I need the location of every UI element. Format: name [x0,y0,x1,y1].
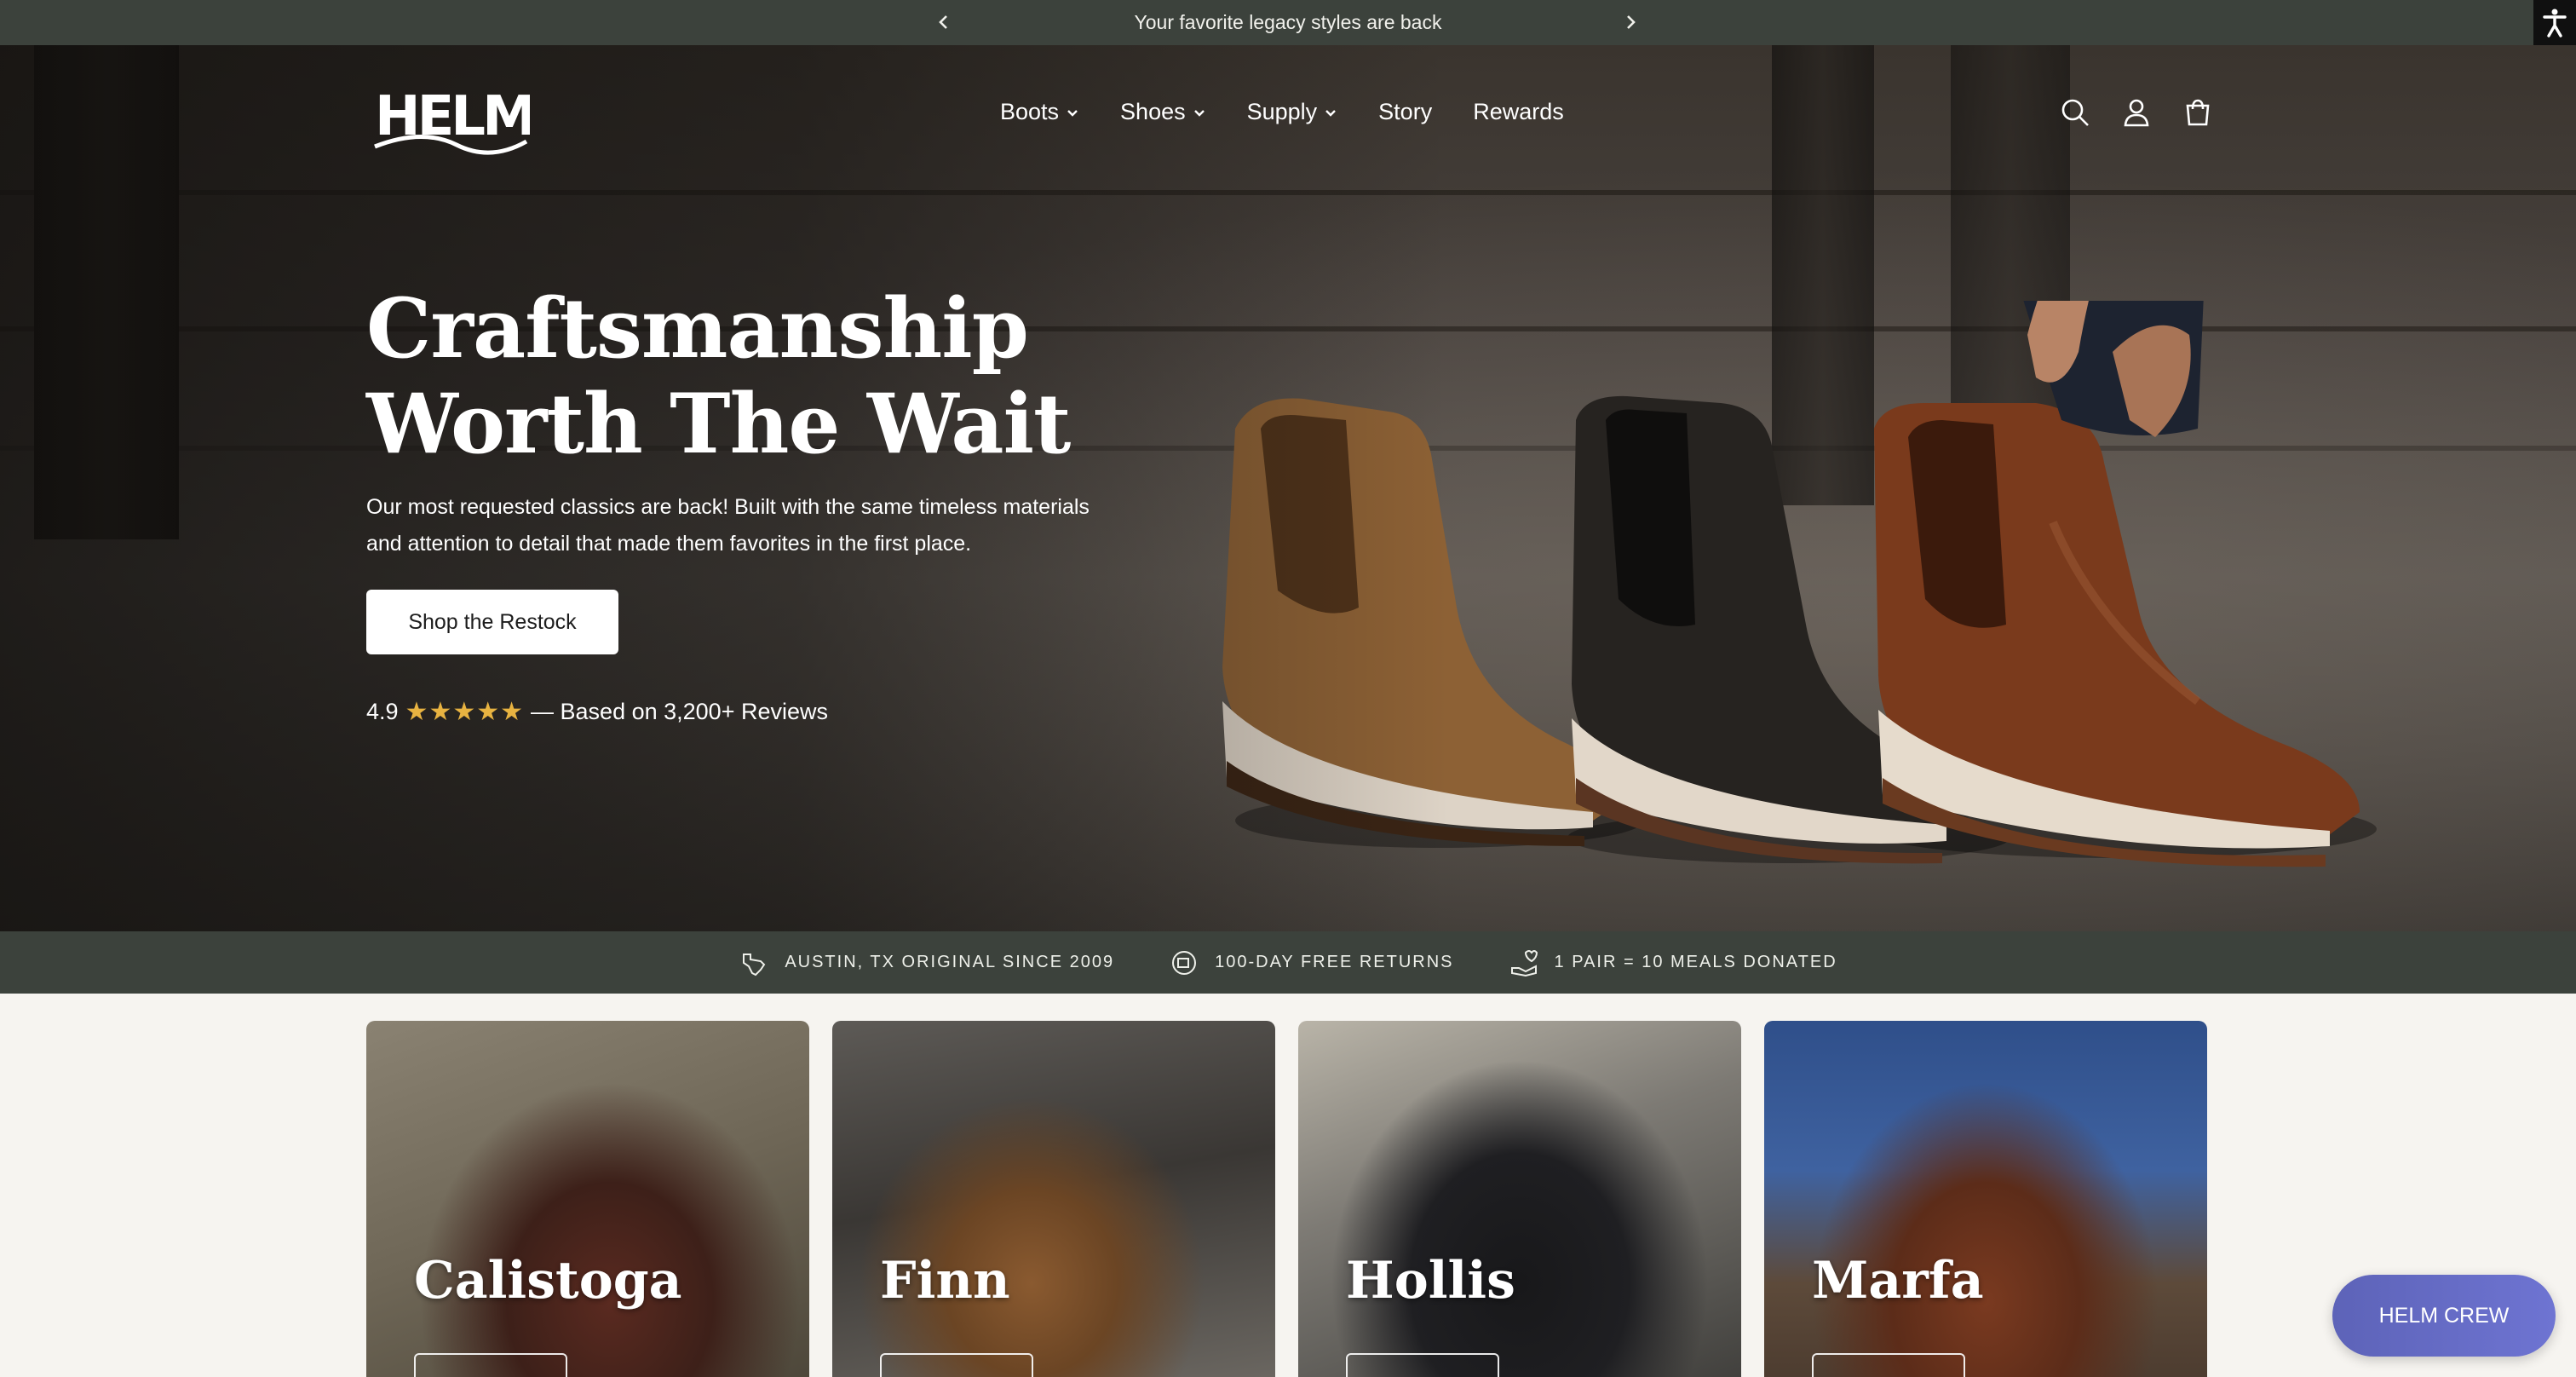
product-shop-button[interactable] [880,1353,1033,1377]
trust-bar: AUSTIN, TX ORIGINAL SINCE 2009 100-DAY F… [0,931,2576,994]
returns-icon [1172,950,1197,975]
nav-item-label: Shoes [1120,99,1186,124]
product-shop-button[interactable] [1346,1353,1499,1377]
account-icon [2124,99,2149,127]
product-card-calistoga[interactable]: Calistoga [366,1021,809,1377]
search-icon [2061,99,2089,126]
product-image [1764,1021,2207,1377]
nav-item-shoes[interactable]: Shoes [1120,99,1206,125]
nav-item-supply[interactable]: Supply [1247,99,1338,125]
nav-item-rewards[interactable]: Rewards [1473,99,1564,125]
hero-title: Craftsmanship Worth The Wait [366,281,1133,472]
texas-icon [743,953,766,976]
rating-text: — Based on 3,200+ Reviews [531,699,828,724]
announcement-prev-button[interactable] [929,7,959,37]
account-button[interactable] [2121,97,2152,128]
hero-title-line: Craftsmanship [366,280,1029,377]
announcement-text: Your favorite legacy styles are back [1134,11,1442,33]
product-name: Calistoga [414,1251,682,1311]
review-rating: 4.9 ★★★★★ — Based on 3,200+ Reviews [366,697,828,727]
product-name: Hollis [1346,1251,1515,1311]
product-image [366,1021,809,1377]
helm-logo[interactable]: HELM [371,68,530,164]
shop-restock-button[interactable]: Shop the Restock [366,590,618,654]
cart-icon [2186,99,2210,126]
product-card-finn[interactable]: Finn [832,1021,1275,1377]
chevron-down-icon [1193,109,1205,117]
chevron-down-icon [1325,109,1337,117]
announcement-bar: Your favorite legacy styles are back [0,0,2576,45]
trust-label: 1 PAIR = 10 MEALS DONATED [1554,953,1837,971]
trust-label: AUSTIN, TX ORIGINAL SINCE 2009 [785,953,1115,971]
chevron-down-icon [1067,109,1078,117]
helm-crew-button[interactable]: HELM CREW [2332,1275,2556,1357]
nav-item-boots[interactable]: Boots [1000,99,1079,125]
product-shop-button[interactable] [1812,1353,1965,1377]
product-image [1298,1021,1741,1377]
trust-item-returns: 100-DAY FREE RETURNS [1169,948,1453,978]
product-card-marfa[interactable]: Marfa [1764,1021,2207,1377]
product-shop-button[interactable] [414,1353,567,1377]
trust-label: 100-DAY FREE RETURNS [1215,953,1454,971]
product-card-hollis[interactable]: Hollis [1298,1021,1741,1377]
hero-subtitle: Our most requested classics are back! Bu… [366,489,1133,562]
hero-subtitle-line: Our most requested classics are back! Bu… [366,495,1090,519]
header-actions [2060,97,2213,128]
hero-banner [0,45,2576,931]
cart-button[interactable] [2182,97,2213,128]
trust-item-donation: 1 PAIR = 10 MEALS DONATED [1509,948,1837,978]
product-name: Marfa [1812,1251,1984,1311]
accessibility-button[interactable] [2533,0,2576,45]
hero-title-line: Worth The Wait [366,376,1071,472]
search-button[interactable] [2060,97,2090,128]
nav-item-label: Supply [1246,99,1318,124]
hero-overlay [0,45,1448,931]
rating-stars-icon: ★★★★★ [405,698,525,726]
accessibility-icon [2543,9,2567,37]
nav-item-story[interactable]: Story [1378,99,1432,125]
product-name: Finn [880,1251,1010,1311]
announcement-next-button[interactable] [1615,7,1646,37]
chevron-left-icon [939,15,947,29]
hero-subtitle-line: and attention to detail that made them f… [366,532,972,556]
product-image [832,1021,1275,1377]
trust-item-austin: AUSTIN, TX ORIGINAL SINCE 2009 [739,948,1114,978]
main-nav: Boots Shoes Supply Story Rewards [1000,99,1605,125]
rating-value: 4.9 [366,699,399,724]
product-grid: Calistoga Finn Hollis Marfa [366,1021,2207,1377]
nav-item-label: Story [1378,99,1433,124]
donation-icon [1510,949,1538,977]
chevron-right-icon [1627,15,1636,29]
nav-item-label: Boots [1000,99,1060,124]
nav-item-label: Rewards [1473,99,1564,124]
